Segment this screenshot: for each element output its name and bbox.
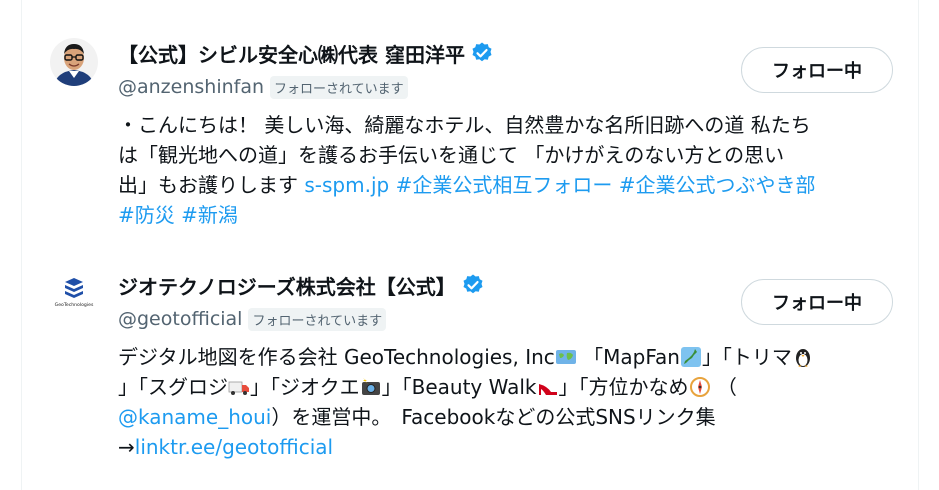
following-button[interactable]: フォロー中: [741, 279, 893, 325]
user-cell[interactable]: 【公式】シビル安全心㈱代表 窪田洋平 @anzenshinfan フォローされて…: [22, 24, 918, 256]
user-handle[interactable]: @anzenshinfan: [118, 76, 264, 98]
bio-line: デジタル地図を作る会社 GeoTechnologies, Inc 「MapFan…: [118, 342, 908, 372]
hashtag-link[interactable]: #企業公式相互フォロー: [396, 173, 613, 197]
delivery-truck-icon: [228, 381, 249, 395]
mention-link[interactable]: @kaname_houi: [118, 405, 271, 429]
bio-text: 」「Beauty Walk: [381, 375, 537, 399]
bio-line: 出」もお護りします s-spm.jp #企業公式相互フォロー #企業公式つぶやき…: [118, 170, 908, 200]
penguin-icon: [795, 349, 810, 367]
column-border-right: [918, 0, 919, 490]
avatar[interactable]: GeoTechnologies: [50, 270, 98, 318]
bio-text: 」「ジオクエ: [250, 375, 360, 399]
bio-text: ）を運営中。 Facebookなどの公式SNSリンク集: [271, 405, 716, 429]
world-map-icon: [555, 350, 576, 364]
bio-line: @kaname_houi）を運営中。 Facebookなどの公式SNSリンク集: [118, 402, 908, 432]
hashtag-link[interactable]: #新潟: [181, 203, 238, 227]
bio-line: 」「スグロジ 」「ジオクエ 」「Beauty Walk 」「方位かなめ （: [118, 372, 908, 402]
japan-map-icon: [680, 347, 701, 367]
bio-text: デジタル地図を作る会社 GeoTechnologies, Inc: [118, 345, 555, 369]
avatar-logo-text: GeoTechnologies: [55, 302, 94, 308]
user-bio: ・こんにちは！ 美しい海、綺麗なホテル、自然豊かな名所旧跡への道 私たち は「観…: [118, 110, 908, 230]
bio-text: 出」もお護りします: [118, 173, 305, 197]
avatar[interactable]: [50, 38, 98, 86]
bio-text: 」「方位かなめ: [558, 375, 689, 399]
bio-link[interactable]: s-spm.jp: [304, 173, 389, 197]
bio-text: 」「スグロジ: [118, 375, 228, 399]
display-name[interactable]: 【公式】シビル安全心㈱代表 窪田洋平: [118, 39, 465, 68]
hashtag-link[interactable]: #防災: [118, 203, 175, 227]
user-bio: デジタル地図を作る会社 GeoTechnologies, Inc 「MapFan…: [118, 342, 908, 462]
display-name[interactable]: ジオテクノロジーズ株式会社【公式】: [118, 271, 456, 300]
bio-line: #防災 #新潟: [118, 200, 908, 230]
bio-text: 」「トリマ: [701, 345, 792, 369]
bio-line: ・こんにちは！ 美しい海、綺麗なホテル、自然豊かな名所旧跡への道 私たち: [118, 113, 811, 137]
following-button[interactable]: フォロー中: [741, 47, 893, 93]
camera-flash-icon: [361, 378, 380, 395]
avatar-image: [50, 38, 98, 86]
avatar-logo: GeoTechnologies: [50, 270, 98, 318]
user-handle[interactable]: @geotofficial: [118, 308, 242, 330]
high-heel-icon: [538, 384, 557, 395]
bio-text: （: [710, 375, 737, 399]
verified-badge-icon: [461, 273, 485, 297]
hashtag-link[interactable]: #企業公式つぶやき部: [619, 173, 816, 197]
bio-text: →: [118, 435, 135, 459]
verified-badge-icon: [470, 41, 494, 65]
user-cell[interactable]: GeoTechnologies ジオテクノロジーズ株式会社【公式】 @geoto…: [22, 256, 918, 490]
bio-link[interactable]: linktr.ee/geotofficial: [135, 435, 333, 459]
bio-line: は「観光地への道」を護るお手伝いを通じて 「かけがえのない方との思い: [118, 143, 785, 167]
follows-you-badge: フォローされています: [248, 307, 387, 331]
bio-line: →linktr.ee/geotofficial: [118, 432, 908, 462]
compass-icon: [689, 377, 710, 397]
follows-you-badge: フォローされています: [270, 75, 408, 99]
bio-text: 「MapFan: [576, 345, 680, 369]
